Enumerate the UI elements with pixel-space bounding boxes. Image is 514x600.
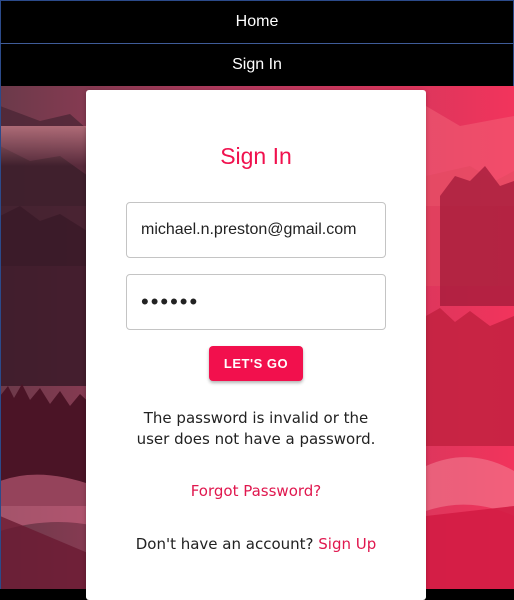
lets-go-button[interactable]: LET'S GO — [209, 346, 303, 381]
forgot-password-link[interactable]: Forgot Password? — [86, 482, 426, 500]
sign-up-row: Don't have an account? Sign Up — [86, 535, 426, 553]
nav-sign-in-label: Sign In — [232, 56, 282, 73]
sign-up-link[interactable]: Sign Up — [318, 535, 376, 553]
sign-in-title: Sign In — [220, 143, 292, 169]
sign-up-prompt: Don't have an account? — [135, 535, 314, 553]
password-field[interactable] — [126, 274, 386, 330]
nav-sign-in[interactable]: Sign In — [0, 44, 514, 86]
nav-home-label: Home — [235, 13, 279, 30]
email-field[interactable] — [126, 202, 386, 258]
window-edge — [0, 86, 1, 589]
sign-in-card: Sign In LET'S GO The password is invalid… — [86, 90, 426, 600]
nav-home[interactable]: Home — [0, 0, 514, 44]
error-message: The password is invalid or the user does… — [136, 409, 376, 448]
